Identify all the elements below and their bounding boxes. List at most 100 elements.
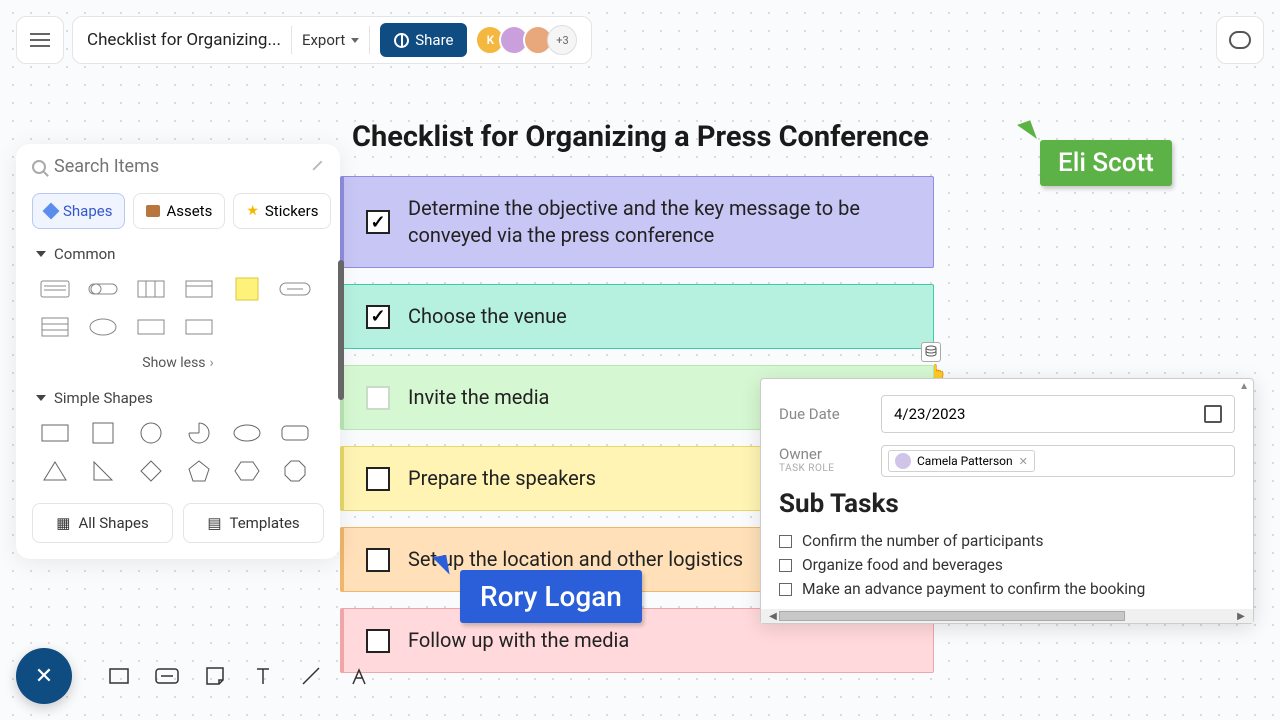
- section-simple-shapes[interactable]: Simple Shapes: [16, 381, 340, 415]
- tool-text-box[interactable]: [152, 661, 182, 691]
- scrollbar-thumb[interactable]: [779, 611, 1125, 621]
- subtask-item[interactable]: Confirm the number of participants: [779, 529, 1235, 553]
- star-icon: ★: [246, 203, 259, 219]
- shape-octagon[interactable]: [276, 457, 314, 485]
- checkbox[interactable]: [366, 467, 390, 491]
- shape-pill[interactable]: [276, 275, 314, 303]
- shape-keyboard[interactable]: [36, 275, 74, 303]
- data-badge-icon[interactable]: [921, 342, 941, 362]
- tool-rectangle[interactable]: [104, 661, 134, 691]
- caret-down-icon: [351, 38, 359, 43]
- subtask-item[interactable]: Organize food and beverages: [779, 553, 1235, 577]
- show-less-button[interactable]: Show less›: [16, 345, 340, 381]
- horizontal-scrollbar[interactable]: ◀▶: [761, 609, 1253, 623]
- tab-shapes[interactable]: Shapes: [32, 193, 125, 229]
- scrollbar-thumb[interactable]: [338, 260, 344, 400]
- item-text: Set up the location and other logistics: [408, 546, 743, 573]
- checkbox[interactable]: ✓: [366, 210, 390, 234]
- divider: [291, 26, 292, 54]
- shapes-panel: Shapes Assets ★Stickers Common Show less…: [16, 144, 340, 559]
- item-text: Follow up with the media: [408, 627, 629, 654]
- shape-diamond[interactable]: [132, 457, 170, 485]
- shape-square[interactable]: [84, 419, 122, 447]
- shape-arc[interactable]: [180, 419, 218, 447]
- chevron-right-icon: ›: [210, 355, 214, 371]
- owner-name: Camela Patterson: [917, 454, 1013, 468]
- tab-assets[interactable]: Assets: [133, 193, 225, 229]
- tool-line[interactable]: [296, 661, 326, 691]
- shape-right-triangle[interactable]: [84, 457, 122, 485]
- divider: [369, 26, 370, 54]
- collapse-icon: [36, 251, 46, 257]
- checkbox[interactable]: [366, 386, 390, 410]
- shape-table[interactable]: [36, 313, 74, 341]
- checkbox[interactable]: [779, 559, 792, 572]
- checkbox[interactable]: [366, 548, 390, 572]
- shape-hexagon[interactable]: [228, 457, 266, 485]
- checklist-item[interactable]: ✓ Determine the objective and the key me…: [340, 176, 934, 268]
- tab-stickers[interactable]: ★Stickers: [233, 193, 331, 229]
- all-shapes-button[interactable]: ▦All Shapes: [32, 503, 173, 543]
- document-title[interactable]: Checklist for Organizing...: [87, 30, 281, 50]
- title-and-actions-bar: Checklist for Organizing... Export Share…: [72, 16, 592, 64]
- shape-rect[interactable]: [132, 313, 170, 341]
- share-button[interactable]: Share: [380, 23, 467, 57]
- checkbox[interactable]: [779, 583, 792, 596]
- owner-sublabel: TASK ROLE: [779, 463, 867, 474]
- pin-icon[interactable]: [305, 155, 328, 178]
- collapse-icon: [36, 395, 46, 401]
- export-label: Export: [302, 31, 345, 49]
- templates-button[interactable]: ▤Templates: [183, 503, 324, 543]
- checklist-item[interactable]: ✓ Choose the venue 👆: [340, 284, 934, 349]
- subtasks-title: Sub Tasks: [779, 489, 1235, 519]
- share-label: Share: [415, 31, 453, 49]
- due-date-label: Due Date: [779, 405, 867, 423]
- section-common[interactable]: Common: [16, 237, 340, 271]
- shape-toggle[interactable]: [84, 275, 122, 303]
- tool-pen[interactable]: [344, 661, 374, 691]
- collaborator-cursor-rory: Rory Logan: [434, 570, 642, 623]
- subtask-item[interactable]: Make an advance payment to confirm the b…: [779, 577, 1235, 601]
- shape-rectangle[interactable]: [36, 419, 74, 447]
- item-text: Invite the media: [408, 384, 549, 411]
- top-toolbar: Checklist for Organizing... Export Share…: [16, 16, 592, 64]
- checkbox[interactable]: ✓: [366, 305, 390, 329]
- board-title[interactable]: Checklist for Organizing a Press Confere…: [352, 120, 934, 154]
- owner-label: Owner: [779, 445, 867, 463]
- shape-rounded-rect[interactable]: [276, 419, 314, 447]
- assets-icon: [146, 205, 160, 217]
- export-button[interactable]: Export: [302, 31, 359, 49]
- search-input[interactable]: [54, 156, 300, 177]
- owner-chip[interactable]: Camela Patterson ✕: [888, 450, 1035, 472]
- shape-window[interactable]: [180, 275, 218, 303]
- task-detail-popup: ▲ Due Date 4/23/2023 Owner TASK ROLE Cam…: [760, 378, 1254, 624]
- tool-text[interactable]: [248, 661, 278, 691]
- owner-field[interactable]: Camela Patterson ✕: [881, 445, 1235, 477]
- tool-sticky-note[interactable]: [200, 661, 230, 691]
- hamburger-menu-button[interactable]: [16, 16, 64, 64]
- shape-sticky[interactable]: [228, 275, 266, 303]
- scroll-up-icon[interactable]: ▲: [1239, 381, 1249, 392]
- globe-icon: [394, 33, 409, 48]
- shapes-icon: [43, 203, 60, 220]
- checkbox[interactable]: [779, 535, 792, 548]
- shape-oval[interactable]: [228, 419, 266, 447]
- close-panel-button[interactable]: ✕: [16, 648, 72, 704]
- collaborator-cursor-eli: Eli Scott: [1022, 140, 1172, 186]
- shape-card[interactable]: [180, 313, 218, 341]
- due-date-field[interactable]: 4/23/2023: [881, 395, 1235, 433]
- collaborator-avatars: K +3: [481, 25, 577, 55]
- templates-icon: ▤: [207, 514, 221, 532]
- close-icon: ✕: [35, 664, 53, 689]
- hamburger-icon: [30, 39, 50, 41]
- shape-pentagon[interactable]: [180, 457, 218, 485]
- comments-button[interactable]: [1216, 16, 1264, 64]
- shape-grid[interactable]: [132, 275, 170, 303]
- shape-triangle[interactable]: [36, 457, 74, 485]
- remove-owner-icon[interactable]: ✕: [1019, 455, 1028, 468]
- avatar-more[interactable]: +3: [547, 25, 577, 55]
- shape-circle[interactable]: [132, 419, 170, 447]
- calendar-icon[interactable]: [1204, 405, 1222, 423]
- avatar-icon: [895, 453, 911, 469]
- shape-ellipse[interactable]: [84, 313, 122, 341]
